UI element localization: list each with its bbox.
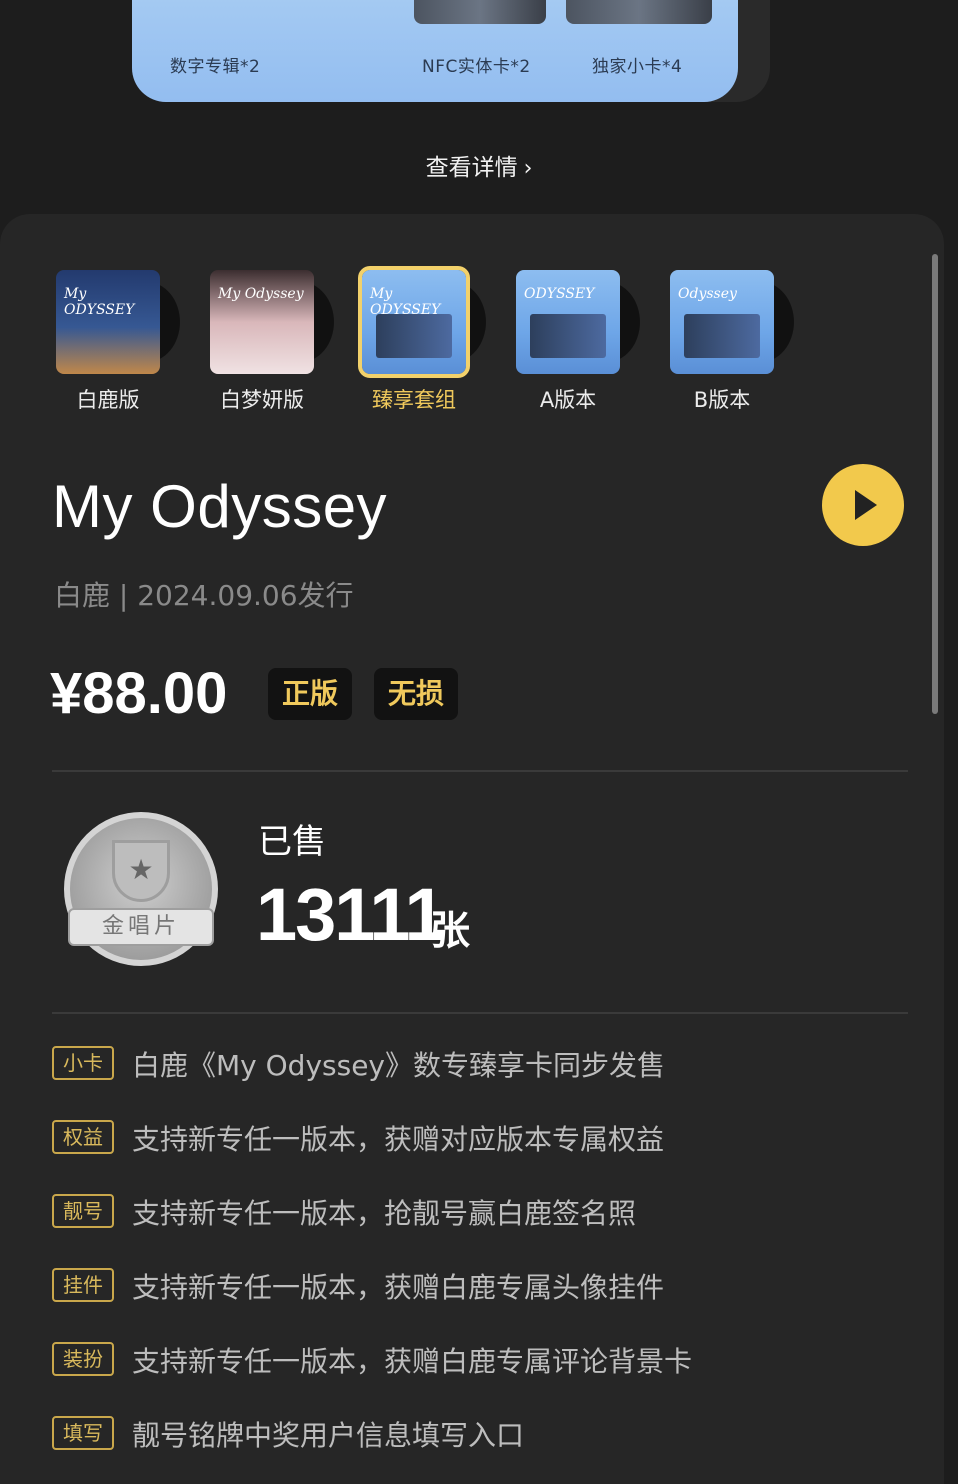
star-icon: ★ xyxy=(128,853,154,886)
perk-tag: 小卡 xyxy=(52,1046,114,1080)
divider xyxy=(52,1012,908,1014)
nfc-card-thumbnail xyxy=(414,0,546,24)
medal-ribbon: 金唱片 xyxy=(68,908,214,946)
cover-photo xyxy=(530,314,606,358)
version-label: 臻享套组 xyxy=(372,388,456,412)
album-title: My Odyssey xyxy=(52,473,388,540)
package-item-photocard: 独家小卡*4 xyxy=(592,57,683,77)
view-details-link[interactable]: 查看详情 › xyxy=(0,148,958,182)
sold-count: 13111 xyxy=(256,873,446,956)
cover-title: My Odyssey xyxy=(218,286,304,302)
version-cover: Odyssey xyxy=(670,270,774,374)
version-label: B版本 xyxy=(693,388,751,412)
play-button[interactable] xyxy=(822,464,904,546)
cover-photo xyxy=(376,314,452,358)
view-details-label: 查看详情 xyxy=(425,155,518,181)
package-card[interactable]: 数字专辑*2 NFC实体卡*2 独家小卡*4 xyxy=(132,0,738,102)
version-selector: My ODYSSEY 白鹿版 My Odyssey 白梦妍版 My ODYSSE… xyxy=(0,266,944,420)
version-cover: My ODYSSEY xyxy=(358,266,470,378)
package-item-nfc-card: NFC实体卡*2 xyxy=(422,57,531,77)
photocard-thumbnail xyxy=(566,0,712,24)
perk-text: 靓号铭牌中奖用户信息填写入口 xyxy=(132,1419,525,1452)
price: ¥88.00 xyxy=(50,661,228,726)
cover-title: Odyssey xyxy=(678,286,737,302)
badge-lossless: 无损 xyxy=(374,668,459,720)
perk-tag: 靓号 xyxy=(52,1194,114,1228)
perk-text: 支持新专任一版本，获赠白鹿专属头像挂件 xyxy=(132,1271,665,1304)
play-icon xyxy=(855,490,877,520)
badge-genuine: 正版 xyxy=(268,668,353,720)
divider xyxy=(52,770,908,772)
version-cover: My ODYSSEY xyxy=(56,270,160,374)
sold-label: 已售 xyxy=(258,822,326,862)
cover-photo xyxy=(684,314,760,358)
package-item-digital-album: 数字专辑*2 xyxy=(170,57,261,77)
chevron-right-icon: › xyxy=(523,156,533,181)
perk-tag: 挂件 xyxy=(52,1268,114,1302)
version-cover: My Odyssey xyxy=(210,270,314,374)
version-label: A版本 xyxy=(539,388,597,412)
perk-tag: 填写 xyxy=(52,1416,114,1450)
perk-text: 支持新专任一版本，抢靓号赢白鹿签名照 xyxy=(132,1197,637,1230)
perk-text: 白鹿《My Odyssey》数专臻享卡同步发售 xyxy=(132,1049,665,1082)
cover-title: My ODYSSEY xyxy=(64,286,135,318)
version-label: 白梦妍版 xyxy=(220,388,304,412)
trophy-icon: ★ xyxy=(112,840,170,902)
cover-title: ODYSSEY xyxy=(524,286,595,302)
perk-tag: 权益 xyxy=(52,1120,114,1154)
sold-unit: 张 xyxy=(430,908,470,954)
perk-text: 支持新专任一版本，获赠对应版本专属权益 xyxy=(132,1123,665,1156)
gold-record-medal-icon: ★ 金唱片 xyxy=(64,812,218,966)
perk-tag: 装扮 xyxy=(52,1342,114,1376)
album-meta: 白鹿 | 2024.09.06发行 xyxy=(54,579,354,612)
version-label: 白鹿版 xyxy=(76,388,140,412)
perk-text: 支持新专任一版本，获赠白鹿专属评论背景卡 xyxy=(132,1345,693,1378)
version-cover: ODYSSEY xyxy=(516,270,620,374)
